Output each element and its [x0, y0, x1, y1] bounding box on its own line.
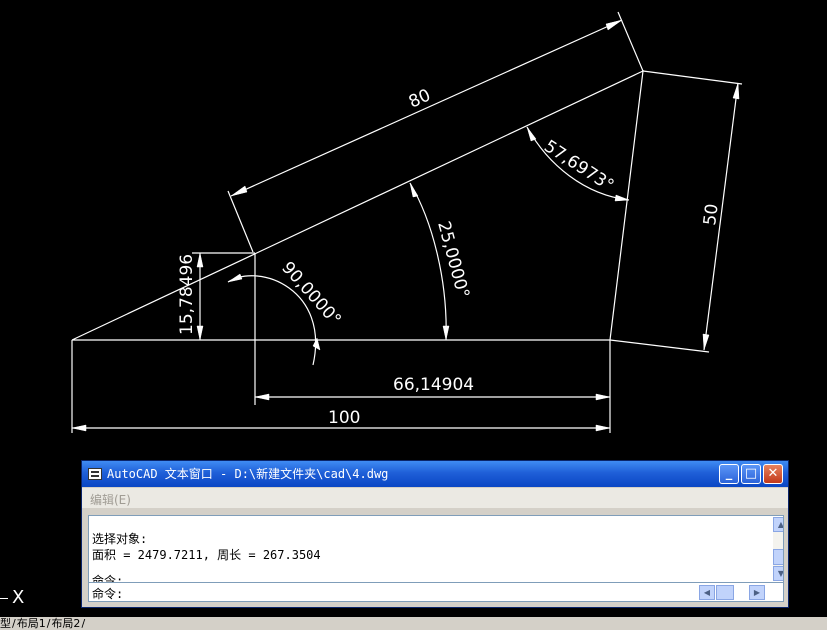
app-window-icon[interactable]	[88, 468, 102, 480]
scroll-thumb[interactable]	[773, 549, 783, 565]
scroll-thumb[interactable]	[716, 585, 734, 600]
ext-line-top-left	[227, 190, 254, 253]
tab-separator: /	[81, 617, 86, 630]
arrow-25-bottom	[442, 325, 450, 341]
scroll-left-icon[interactable]: ◀	[699, 585, 715, 600]
text-window[interactable]: AutoCAD 文本窗口 - D:\新建文件夹\cad\4.dwg _ □ ✕ …	[81, 460, 789, 608]
arrow-80-right	[605, 19, 623, 31]
dim-text-50: 50	[700, 203, 722, 227]
ucs-x-label: X	[12, 587, 25, 608]
tab-layout1[interactable]: 布局1	[17, 617, 46, 630]
window-title: AutoCAD 文本窗口 - D:\新建文件夹\cad\4.dwg	[107, 467, 389, 481]
output-line: 选择对象:	[92, 532, 148, 546]
arrow-100-left	[71, 424, 87, 432]
layout-tabs: 型/布局1/布局2/	[0, 617, 827, 630]
scroll-right-icon[interactable]: ▶	[749, 585, 765, 600]
command-line[interactable]: 命令: ◀ ▶	[88, 582, 784, 602]
close-button[interactable]: ✕	[763, 464, 783, 484]
menu-edit[interactable]: 编辑(E)	[90, 491, 131, 508]
arrow-50-bottom	[702, 333, 710, 351]
tab-separator: /	[46, 617, 51, 630]
arrow-90-start	[227, 273, 243, 283]
tab-separator: /	[12, 617, 16, 630]
ucs-axis-line	[0, 598, 8, 599]
dim-text-15: 15,78496	[177, 254, 197, 335]
scroll-down-icon[interactable]: ▼	[773, 566, 783, 581]
vertical-scrollbar[interactable]: ▲ ▼	[773, 517, 783, 581]
scroll-up-icon[interactable]: ▲	[773, 517, 783, 532]
dim-text-57: 57,6973°	[540, 136, 617, 196]
tab-layout2[interactable]: 布局2	[51, 617, 80, 630]
arrow-80-left	[230, 185, 248, 197]
dim-text-90: 90,0000°	[277, 258, 345, 330]
arrow-57-top	[526, 126, 537, 142]
arc-25[interactable]	[409, 182, 447, 341]
arrow-25-top	[409, 182, 419, 198]
ext-line-right-bottom	[609, 339, 710, 353]
title-bar[interactable]: AutoCAD 文本窗口 - D:\新建文件夹\cad\4.dwg _ □ ✕	[82, 461, 788, 487]
arrow-66-left	[254, 393, 270, 401]
dim-text-66: 66,14904	[393, 375, 474, 395]
arrow-66-right	[595, 393, 611, 401]
horizontal-scrollbar[interactable]: ◀ ▶	[699, 585, 765, 600]
command-prompt: 命令:	[92, 587, 124, 601]
output-line: 面积 = 2479.7211, 周长 = 267.3504	[92, 548, 321, 562]
arrow-50-top	[732, 82, 740, 100]
ext-line-top-right	[617, 11, 644, 72]
maximize-button[interactable]: □	[741, 464, 761, 484]
ext-line-right-top	[642, 70, 743, 85]
menu-bar: 编辑(E)	[82, 488, 788, 508]
arrow-15-bottom	[196, 325, 204, 341]
tab-model[interactable]: 型	[0, 617, 11, 630]
arrow-15-top	[196, 252, 204, 268]
dim-text-80: 80	[406, 85, 434, 112]
triangle-outline[interactable]	[71, 69, 644, 341]
minimize-button[interactable]: _	[719, 464, 739, 484]
arrow-100-right	[595, 424, 611, 432]
dim-text-100: 100	[328, 408, 360, 428]
output-area[interactable]: 选择对象: 面积 = 2479.7211, 周长 = 267.3504 命令: …	[88, 515, 784, 583]
